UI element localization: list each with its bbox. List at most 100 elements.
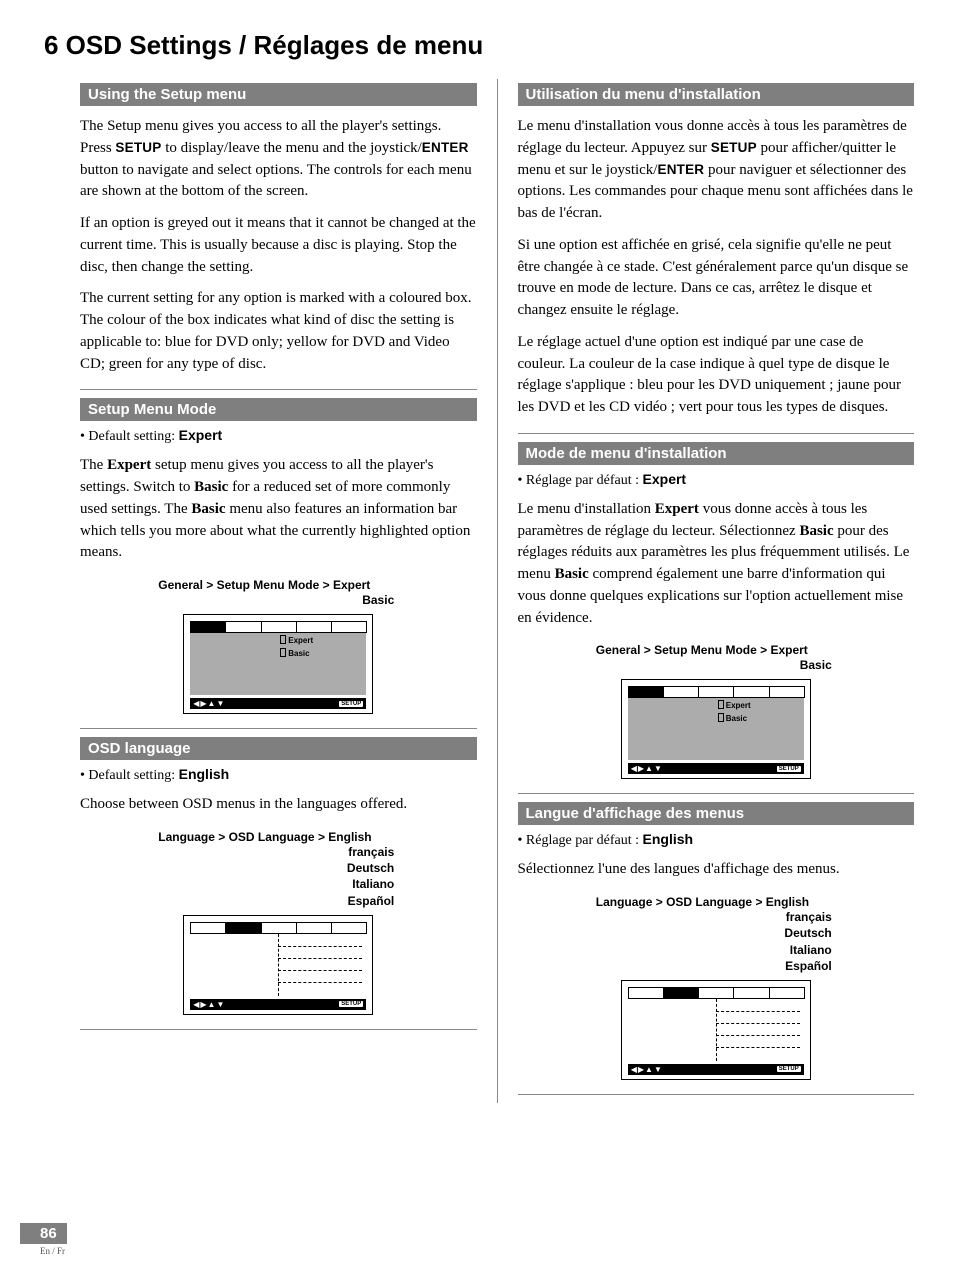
text: • Default setting:	[80, 768, 179, 783]
osd-screen: ◀▶▲▼ SETUP	[621, 980, 811, 1080]
osd-tab	[663, 686, 699, 698]
section-header-utilisation: Utilisation du menu d'installation	[518, 83, 915, 106]
crumb-option: Italiano	[790, 943, 832, 957]
divider	[518, 433, 915, 434]
figure-osd-language: Language > OSD Language > English frança…	[138, 830, 418, 1015]
crumb-option: Expert	[333, 578, 370, 592]
footer-langs: En / Fr	[20, 1244, 67, 1256]
paragraph: The Expert setup menu gives you access t…	[80, 455, 477, 564]
crumb-option: English	[766, 895, 809, 909]
osd-dropdown: Expert Basic	[628, 698, 804, 760]
osd-tab	[331, 621, 367, 633]
crumb-option: français	[348, 845, 394, 859]
osd-tab	[733, 987, 769, 999]
crumb-option: français	[786, 910, 832, 924]
breadcrumb: Language > OSD Language > English frança…	[576, 895, 856, 974]
nav-arrows-icon: ◀▶▲▼	[193, 699, 225, 708]
paragraph: The Setup menu gives you access to all t…	[80, 116, 477, 203]
crumb-option: Basic	[362, 593, 394, 607]
text: button to navigate and select options. T…	[80, 162, 472, 200]
text: The	[80, 457, 107, 473]
bold: Expert	[655, 501, 699, 517]
osd-tabs	[628, 987, 804, 999]
bold: Basic	[194, 479, 228, 495]
setup-chip: SETUP	[777, 766, 801, 772]
bold: Expert	[107, 457, 151, 473]
divider	[80, 728, 477, 729]
osd-tab	[331, 922, 367, 934]
osd-bottom-bar: ◀▶▲▼ SETUP	[190, 698, 366, 709]
text: • Réglage par défaut :	[518, 473, 643, 488]
paragraph: Choose between OSD menus in the language…	[80, 794, 477, 816]
crumb-option: Basic	[800, 658, 832, 672]
key-setup: SETUP	[711, 140, 757, 155]
crumb-path: General > Setup Menu Mode >	[596, 643, 771, 657]
osd-tab	[296, 922, 332, 934]
default-value: Expert	[643, 471, 687, 487]
setup-chip: SETUP	[339, 701, 363, 707]
osd-tabs	[190, 922, 366, 934]
osd-tabs	[628, 686, 804, 698]
crumb-option: Deutsch	[784, 926, 831, 940]
paragraph: Sélectionnez l'une des langues d'afficha…	[518, 859, 915, 881]
nav-arrows-icon: ◀▶▲▼	[631, 764, 663, 773]
default-setting-line: • Default setting: Expert	[80, 427, 477, 445]
osd-option: Expert	[628, 698, 804, 711]
breadcrumb: General > Setup Menu Mode > Expert Basic	[138, 578, 418, 608]
paragraph: The current setting for any option is ma…	[80, 288, 477, 375]
osd-option: Expert	[190, 633, 366, 646]
section-header-langue-affichage: Langue d'affichage des menus	[518, 802, 915, 825]
section-header-osd-language: OSD language	[80, 737, 477, 760]
text: • Réglage par défaut :	[518, 833, 643, 848]
osd-option: Basic	[190, 646, 366, 659]
bold: Basic	[191, 501, 225, 517]
crumb-path: Language > OSD Language >	[596, 895, 766, 909]
figure-osd-language-fr: Language > OSD Language > English frança…	[576, 895, 856, 1080]
paragraph: Le menu d'installation Expert vous donne…	[518, 499, 915, 630]
default-value: Expert	[179, 427, 223, 443]
setup-chip: SETUP	[777, 1066, 801, 1072]
crumb-option: Expert	[770, 643, 807, 657]
osd-tab	[296, 621, 332, 633]
left-column: Using the Setup menu The Setup menu give…	[40, 79, 477, 1103]
crumb-option: Español	[348, 894, 395, 908]
two-column-layout: Using the Setup menu The Setup menu give…	[40, 79, 914, 1103]
osd-tabs	[190, 621, 366, 633]
divider	[80, 1029, 477, 1030]
breadcrumb: Language > OSD Language > English frança…	[138, 830, 418, 909]
osd-screen: Expert Basic ◀▶▲▼ SETUP	[621, 679, 811, 779]
crumb-option: Italiano	[352, 877, 394, 891]
section-header-using-setup: Using the Setup menu	[80, 83, 477, 106]
osd-screen: ◀▶▲▼ SETUP	[183, 915, 373, 1015]
section-header-mode-menu: Mode de menu d'installation	[518, 442, 915, 465]
nav-arrows-icon: ◀▶▲▼	[631, 1065, 663, 1074]
crumb-option: Deutsch	[347, 861, 394, 875]
osd-option: Basic	[628, 711, 804, 724]
bold: Basic	[799, 523, 833, 539]
default-value: English	[643, 831, 694, 847]
nav-arrows-icon: ◀▶▲▼	[193, 1000, 225, 1009]
section-header-setup-mode: Setup Menu Mode	[80, 398, 477, 421]
page-title: 6 OSD Settings / Réglages de menu	[40, 30, 914, 61]
paragraph: Si une option est affichée en grisé, cel…	[518, 235, 915, 322]
crumb-option: English	[328, 830, 371, 844]
osd-tab	[190, 621, 226, 633]
figure-setup-mode: General > Setup Menu Mode > Expert Basic…	[138, 578, 418, 714]
paragraph: Le menu d'installation vous donne accès …	[518, 116, 915, 225]
divider	[518, 1094, 915, 1095]
default-setting-line: • Default setting: English	[80, 766, 477, 784]
osd-tab	[190, 922, 226, 934]
setup-chip: SETUP	[339, 1001, 363, 1007]
osd-tab	[698, 987, 734, 999]
crumb-path: Language > OSD Language >	[158, 830, 328, 844]
key-setup: SETUP	[115, 140, 161, 155]
key-enter: ENTER	[422, 140, 469, 155]
osd-tab	[769, 686, 805, 698]
osd-tab	[261, 922, 297, 934]
osd-tab	[225, 621, 261, 633]
bold: Basic	[555, 566, 589, 582]
osd-screen: Expert Basic ◀▶▲▼ SETUP	[183, 614, 373, 714]
osd-dropdown: Expert Basic	[190, 633, 366, 695]
default-value: English	[179, 766, 230, 782]
crumb-path: General > Setup Menu Mode >	[158, 578, 333, 592]
